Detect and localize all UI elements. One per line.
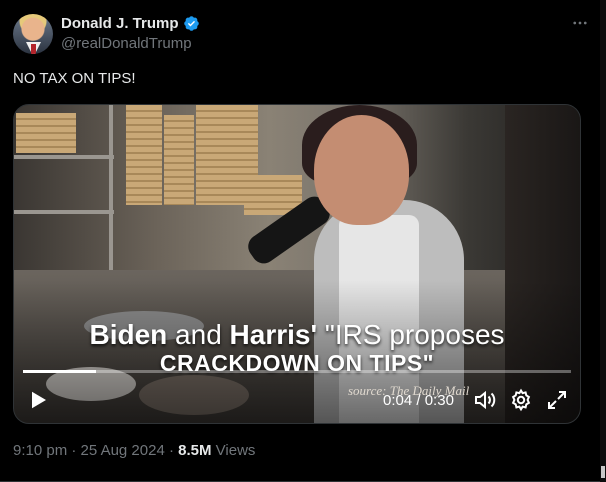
video-controls: 0:04 / 0:30 — [14, 385, 580, 415]
volume-icon[interactable] — [473, 388, 497, 412]
views-count[interactable]: 8.5M — [178, 442, 211, 459]
tweet-text: NO TAX ON TIPS! — [13, 70, 136, 87]
verified-badge-icon[interactable] — [183, 15, 200, 32]
meta-separator: · — [67, 442, 81, 459]
author-display-name[interactable]: Donald J. Trump — [61, 15, 179, 32]
video-progress-fill — [23, 370, 97, 373]
video-player[interactable]: Biden and Harris' "IRS proposes CRACKDOW… — [13, 104, 581, 424]
video-time: 0:04 / 0:30 — [383, 392, 454, 409]
time-separator: / — [412, 392, 425, 409]
more-horizontal-icon[interactable] — [568, 14, 592, 34]
settings-icon[interactable] — [509, 388, 533, 412]
avatar[interactable] — [13, 14, 53, 54]
tweet-header: Donald J. Trump @realDonaldTrump — [13, 14, 592, 54]
tweet-meta: 9:10 pm · 25 Aug 2024 · 8.5M Views — [13, 442, 255, 459]
author-handle[interactable]: @realDonaldTrump — [61, 35, 200, 52]
post-date[interactable]: 25 Aug 2024 — [81, 442, 165, 459]
scrollbar[interactable] — [600, 0, 606, 482]
play-icon[interactable] — [26, 388, 50, 412]
caption-word-and: and — [167, 319, 230, 350]
avatar-tie — [31, 44, 36, 54]
author-block: Donald J. Trump @realDonaldTrump — [61, 15, 200, 52]
meta-separator: · — [164, 442, 179, 459]
caption-quote: "IRS proposes — [317, 319, 505, 350]
caption-word-harris: Harris' — [229, 319, 318, 350]
time-current: 0:04 — [383, 392, 413, 409]
caption-word-biden: Biden — [89, 319, 168, 350]
name-row: Donald J. Trump — [61, 15, 200, 32]
scrollbar-thumb[interactable] — [601, 466, 605, 478]
views-label[interactable]: Views — [212, 442, 256, 459]
caption-line-1: Biden and Harris' "IRS proposes — [14, 319, 580, 351]
time-total: 0:30 — [424, 392, 454, 409]
video-progress-bar[interactable] — [23, 370, 571, 373]
fullscreen-icon[interactable] — [545, 388, 569, 412]
post-time[interactable]: 9:10 pm — [13, 442, 67, 459]
